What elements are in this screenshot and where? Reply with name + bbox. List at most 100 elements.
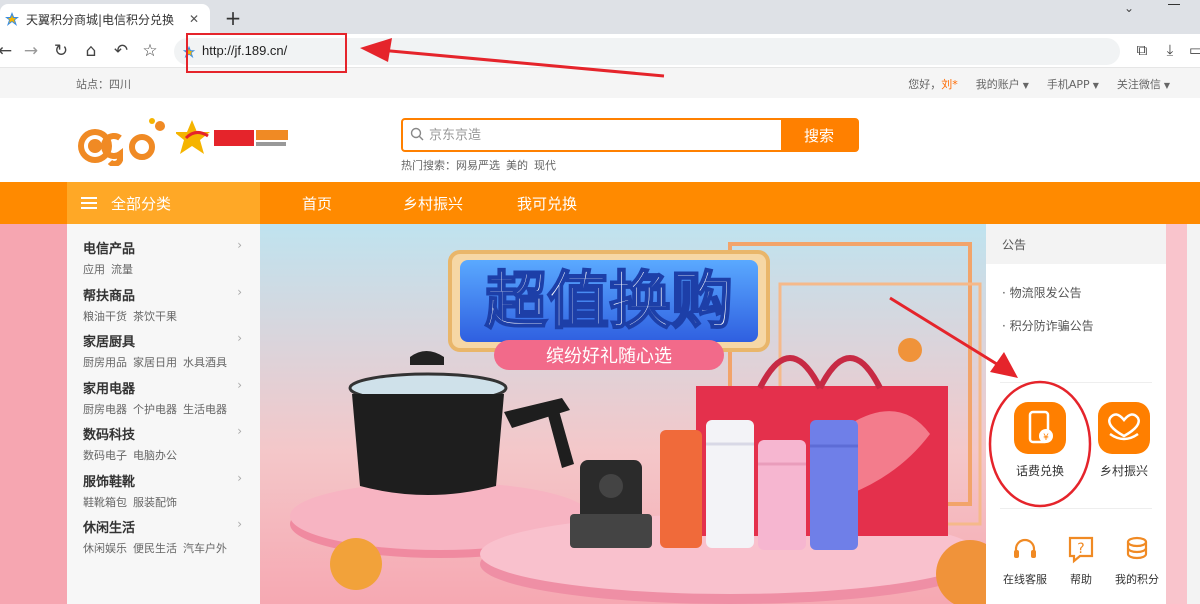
- forward-arrow-icon[interactable]: →: [20, 40, 42, 62]
- caret-down-icon: ▼: [1163, 81, 1170, 90]
- new-tab-icon[interactable]: +: [222, 6, 244, 30]
- chevron-right-icon: ›: [237, 470, 242, 485]
- nav-rural-revitalization[interactable]: 乡村振兴: [403, 193, 463, 214]
- notice-panel: 公告 · 物流限发公告 · 积分防诈骗公告 ¥ 话费兑换 乡村振兴 在线客服 ?…: [986, 224, 1166, 604]
- help-center-button[interactable]: ? 帮助: [1058, 534, 1104, 587]
- my-points-button[interactable]: 我的积分: [1112, 534, 1162, 587]
- tab-close-icon[interactable]: ✕: [186, 12, 202, 26]
- chevron-right-icon: ›: [237, 238, 242, 252]
- reload-icon[interactable]: ↻: [50, 40, 72, 62]
- category-item[interactable]: 数码科技 › 数码电子 电脑办公: [67, 424, 260, 471]
- all-categories-label: 全部分类: [111, 194, 172, 213]
- notice-link[interactable]: · 积分防诈骗公告: [986, 317, 1166, 334]
- category-item[interactable]: 家用电器 › 厨房电器 个护电器 生活电器: [67, 378, 260, 425]
- rural-revitalization-button[interactable]: 乡村振兴: [1094, 402, 1154, 479]
- browser-tab[interactable]: 天翼积分商城|电信积分兑换 ✕: [0, 4, 210, 34]
- subcategory-link[interactable]: 电脑办公: [133, 449, 177, 462]
- mobile-app-link[interactable]: 手机APP ▼: [1047, 76, 1099, 92]
- hands-heart-icon: [1098, 402, 1150, 454]
- question-icon: ?: [1068, 536, 1094, 564]
- help-label: 我的积分: [1115, 573, 1159, 586]
- sidepanel-icon[interactable]: ▭: [1186, 41, 1200, 59]
- hot-term[interactable]: 网易严选: [456, 159, 500, 172]
- region-selector[interactable]: 站点：四川: [76, 76, 131, 92]
- subcategory-link[interactable]: 数码电子: [83, 449, 127, 462]
- banner-headline: 超值换购: [485, 264, 733, 337]
- phone-yuan-icon: ¥: [1014, 402, 1066, 454]
- window-minimize-icon[interactable]: [1168, 4, 1180, 5]
- url-highlight-box: [186, 33, 347, 73]
- category-menu: 电信产品 › 应用 流量 帮扶商品 › 粮油干货 茶饮干果 家居厨具 › 厨房用品家…: [67, 224, 260, 604]
- category-item[interactable]: 家居厨具 › 厨房用品 家居日用 水具酒具: [67, 331, 260, 378]
- category-name: 服饰鞋靴: [83, 474, 136, 490]
- subcategory-link[interactable]: 便民生活: [133, 542, 177, 555]
- service-label: 话费兑换: [1015, 464, 1064, 478]
- category-name: 家居厨具: [83, 335, 136, 350]
- nav-redeemable[interactable]: 我可兑换: [517, 193, 577, 214]
- follow-wechat-link[interactable]: 关注微信 ▼: [1117, 76, 1170, 92]
- category-item[interactable]: 服饰鞋靴 › 鞋靴箱包 服装配饰: [67, 471, 260, 518]
- notice-title: 公告: [986, 224, 1166, 264]
- svg-text:?: ?: [1077, 541, 1084, 557]
- category-item[interactable]: 帮扶商品 › 粮油干货 茶饮干果: [67, 285, 260, 332]
- back-arrow-icon[interactable]: ←: [0, 40, 16, 62]
- notice-link[interactable]: · 物流限发公告: [986, 284, 1166, 301]
- subcategory-link[interactable]: 休闲娱乐: [83, 542, 127, 555]
- menu-icon: [81, 196, 97, 210]
- home-icon[interactable]: ⌂: [80, 40, 102, 62]
- tianyi-logo[interactable]: [176, 118, 292, 158]
- promo-banner[interactable]: 超值换购 缤纷好礼随心选: [260, 224, 986, 604]
- subcategory-link[interactable]: 服装配饰: [133, 496, 177, 509]
- divider: [1000, 508, 1152, 509]
- subcategory-link[interactable]: 茶饮干果: [133, 310, 177, 323]
- subcategory-link[interactable]: 应用: [83, 263, 105, 276]
- bookmark-star-icon[interactable]: ☆: [139, 40, 161, 62]
- crop-icon[interactable]: ⧉: [1132, 41, 1152, 59]
- hot-term[interactable]: 美的: [506, 159, 528, 172]
- category-name: 帮扶商品: [83, 288, 136, 304]
- all-categories-button[interactable]: 全部分类: [67, 182, 260, 224]
- huango-logo[interactable]: [76, 116, 168, 166]
- my-account-label: 我的账户: [975, 78, 1020, 91]
- greeting: 您好，刘*: [908, 76, 958, 92]
- greeting-text: 您好，: [908, 78, 942, 91]
- notice-text: 物流限发公告: [1009, 286, 1082, 300]
- subcategory-link[interactable]: 生活电器: [183, 403, 227, 416]
- site-top-bar: 站点：四川 您好，刘* 我的账户 ▼ 手机APP ▼ 关注微信 ▼: [0, 68, 1200, 98]
- scrollbar[interactable]: [1187, 224, 1200, 604]
- subcategory-link[interactable]: 个护电器: [133, 403, 177, 416]
- subcategory-link[interactable]: 家居日用: [133, 356, 177, 369]
- subcategory-link[interactable]: 厨房用品: [83, 356, 127, 369]
- subcategory-link[interactable]: 水具酒具: [183, 356, 227, 369]
- tab-search-chevron-icon[interactable]: ⌄: [1124, 1, 1134, 15]
- download-icon[interactable]: ⤓: [1160, 41, 1180, 59]
- subcategory-link[interactable]: 厨房电器: [83, 403, 127, 416]
- chevron-right-icon: ›: [237, 517, 242, 531]
- my-account-link[interactable]: 我的账户 ▼: [976, 76, 1029, 92]
- subcategory-link[interactable]: 汽车户外: [183, 542, 227, 555]
- online-service-button[interactable]: 在线客服: [1000, 534, 1050, 587]
- divider: [1000, 382, 1152, 383]
- chevron-right-icon: ›: [237, 424, 242, 438]
- user-links: 您好，刘* 我的账户 ▼ 手机APP ▼ 关注微信 ▼: [908, 76, 1170, 92]
- hot-term[interactable]: 现代: [534, 159, 556, 172]
- category-item[interactable]: 休闲生活 › 休闲娱乐 便民生活 汽车户外: [67, 517, 260, 564]
- subcategory-link[interactable]: 粮油干货: [83, 310, 127, 323]
- site-header: 搜索 热门搜索：网易严选美的现代: [0, 98, 1200, 182]
- chevron-right-icon: ›: [237, 377, 242, 392]
- nav-home[interactable]: 首页: [302, 193, 332, 214]
- phone-bill-exchange-button[interactable]: ¥ 话费兑换: [1010, 402, 1070, 479]
- search-input[interactable]: [403, 120, 781, 150]
- category-name: 电信产品: [83, 242, 136, 257]
- browser-toolbar: ← → ↻ ⌂ ↶ ☆ http://jf.189.cn/ ⧉ ⤓ ▭: [0, 34, 1200, 68]
- username[interactable]: 刘*: [941, 78, 958, 91]
- undo-icon[interactable]: ↶: [110, 40, 132, 62]
- search-button[interactable]: 搜索: [781, 120, 857, 150]
- subcategory-link[interactable]: 流量: [111, 263, 133, 276]
- chevron-right-icon: ›: [237, 331, 242, 345]
- banner-artwork: 超值换购 缤纷好礼随心选: [260, 224, 986, 604]
- category-item[interactable]: 电信产品 › 应用 流量: [67, 238, 260, 285]
- subcategory-link[interactable]: 鞋靴箱包: [83, 496, 127, 509]
- caret-down-icon: ▼: [1092, 81, 1099, 90]
- category-name: 家用电器: [83, 381, 136, 397]
